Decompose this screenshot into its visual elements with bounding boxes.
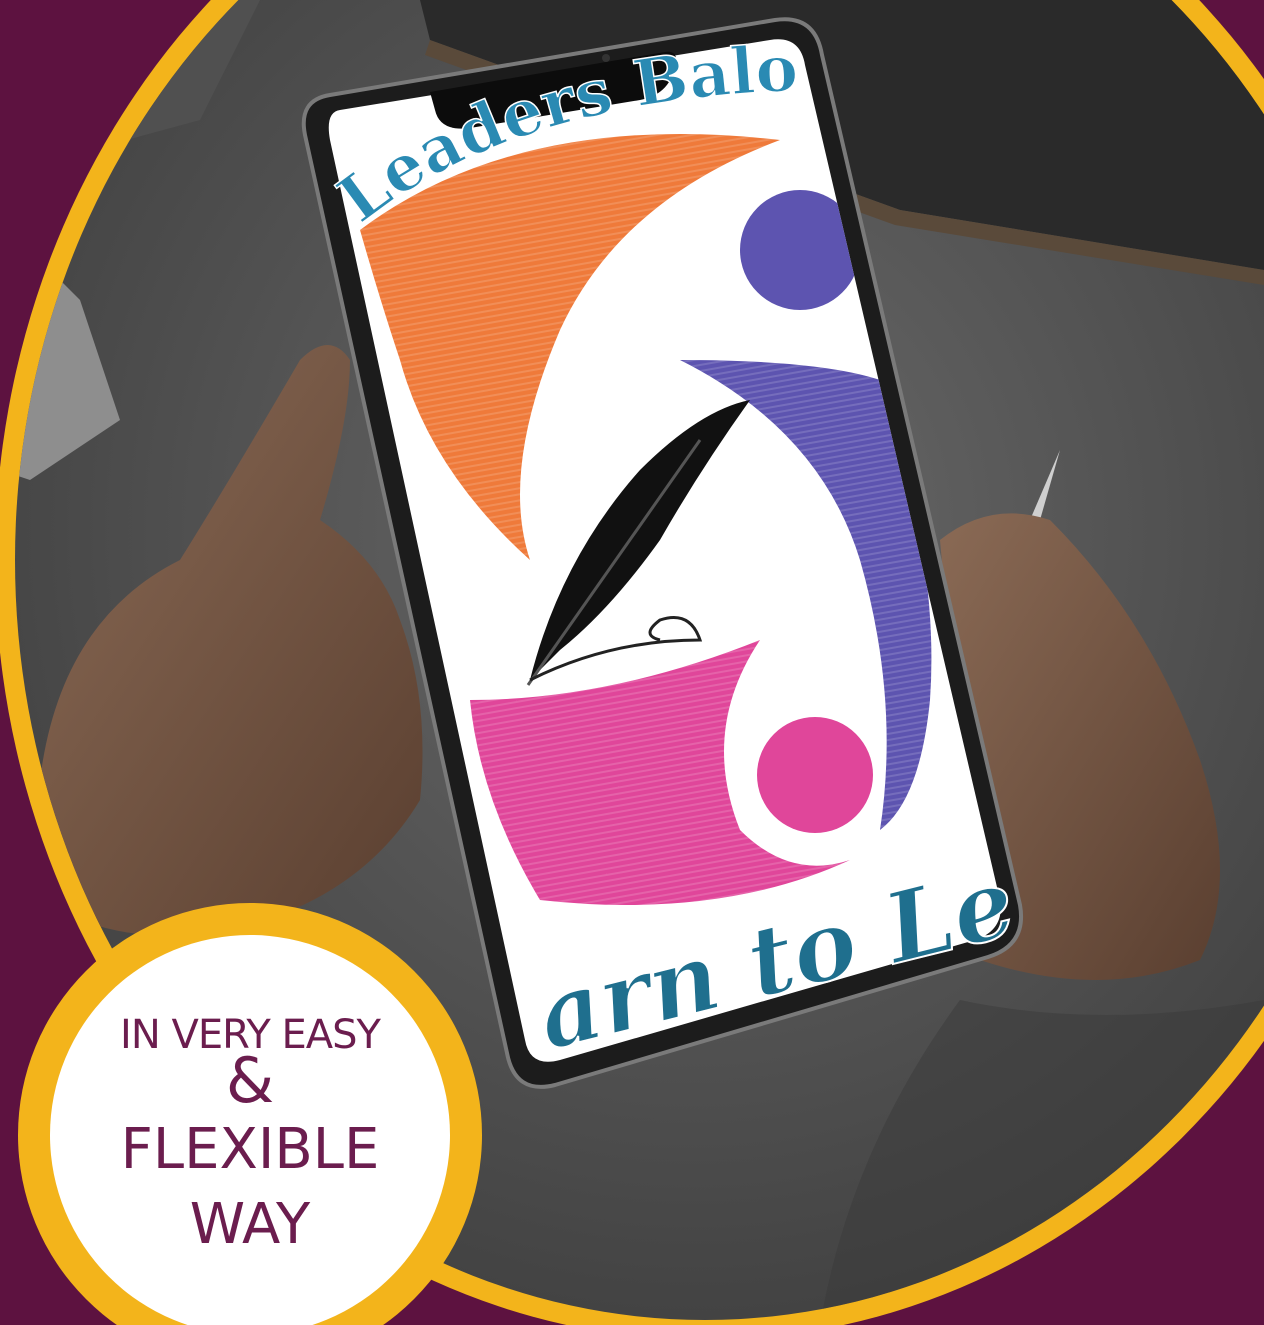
badge-line-2: FLEXIBLE bbox=[120, 1117, 380, 1182]
poster: Leaders Balo arn to Le IN VERY EASY & FL… bbox=[0, 0, 1264, 1325]
badge-text: IN VERY EASY & FLEXIBLE WAY bbox=[40, 1010, 460, 1256]
badge-line-3: WAY bbox=[189, 1192, 311, 1257]
logo-pink-head bbox=[757, 717, 873, 833]
badge-ampersand: & bbox=[225, 1044, 275, 1117]
